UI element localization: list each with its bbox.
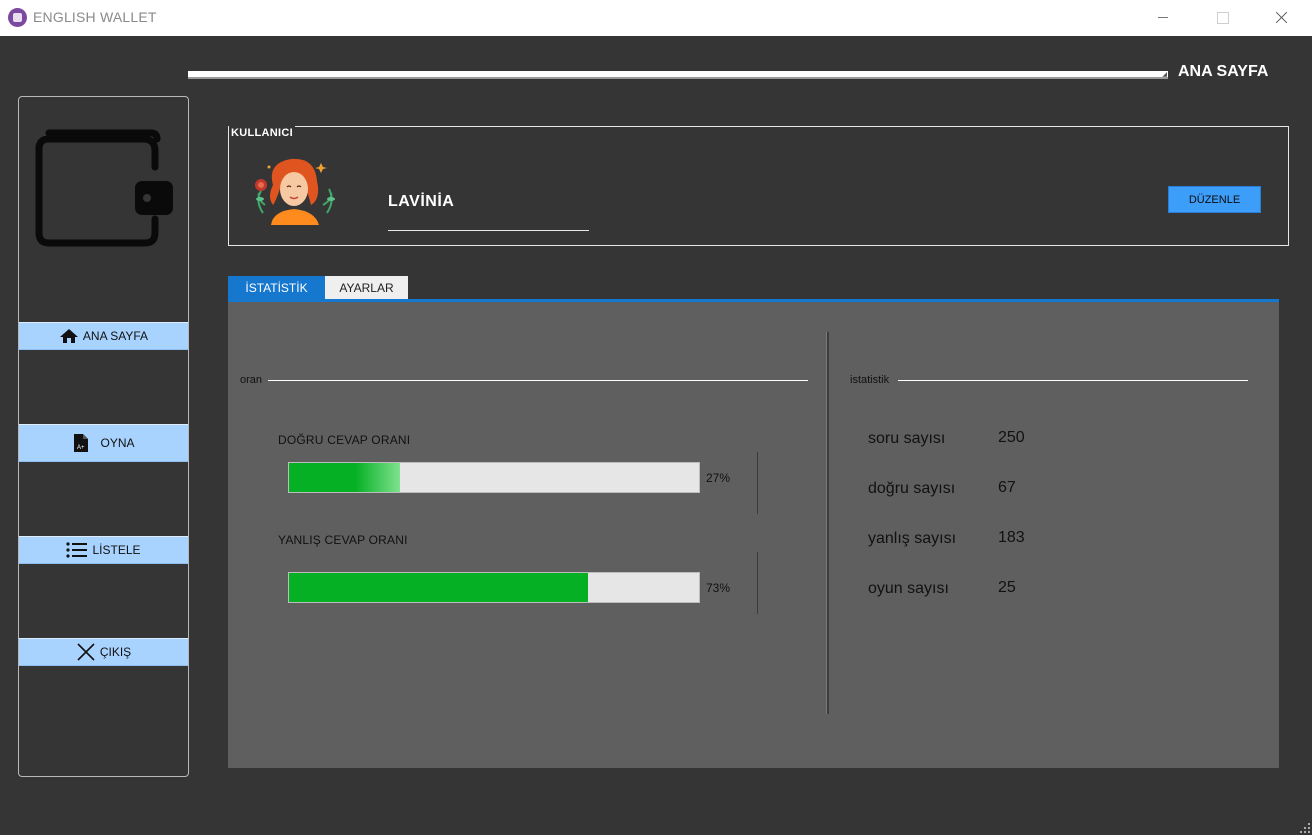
app-window: ENGLISH WALLET ◢ ANA SAYFA ANA SAYFA A+ …	[0, 0, 1312, 835]
sidebar-item-oyna[interactable]: A+ OYNA	[19, 424, 188, 462]
window-title: ENGLISH WALLET	[33, 9, 157, 25]
sidebar-item-listele[interactable]: LİSTELE	[19, 536, 188, 564]
panel-splitter[interactable]	[826, 332, 829, 714]
user-name: LAVİNİA	[388, 193, 455, 210]
tab-ayarlar[interactable]: AYARLAR	[325, 276, 408, 300]
user-group-title: KULLANICI	[229, 126, 295, 140]
stat-label: doğru sayısı	[868, 480, 956, 497]
sidebar-item-label: ANA SAYFA	[82, 329, 149, 343]
sidebar-item-ana-sayfa[interactable]: ANA SAYFA	[19, 322, 188, 350]
wrong-ratio-fill	[289, 573, 589, 602]
stat-value: 250	[998, 429, 1025, 446]
stats-group-line	[898, 380, 1248, 381]
name-underline	[388, 230, 589, 231]
sidebar-item-label: ÇIKIŞ	[99, 645, 132, 659]
stat-value: 67	[998, 479, 1016, 496]
minimize-button[interactable]	[1140, 0, 1186, 36]
correct-ratio-fill	[289, 463, 400, 492]
title-bar: ENGLISH WALLET	[0, 0, 1312, 36]
resize-grip-icon[interactable]	[1300, 823, 1310, 833]
wrong-ratio-label: YANLIŞ CEVAP ORANI	[278, 533, 408, 547]
progress-divider	[757, 452, 758, 514]
svg-text:A+: A+	[77, 445, 85, 451]
tab-istatistik[interactable]: İSTATİSTİK	[228, 276, 325, 300]
header-strip: ◢	[188, 71, 1168, 79]
stat-value: 25	[998, 579, 1016, 596]
stats-group-title: istatistik	[850, 374, 890, 386]
wallet-icon	[35, 129, 173, 247]
edit-button[interactable]: DÜZENLE	[1168, 186, 1261, 213]
tab-bar: İSTATİSTİK AYARLAR	[228, 276, 408, 300]
stat-label: oyun sayısı	[868, 580, 949, 597]
ratio-group-line	[268, 380, 808, 381]
home-icon	[59, 329, 78, 343]
list-icon	[66, 542, 88, 558]
correct-ratio-label: DOĞRU CEVAP ORANI	[278, 433, 411, 447]
wrong-ratio-percent: 73%	[706, 581, 731, 595]
sidebar-item-cikis[interactable]: ÇIKIŞ	[19, 638, 188, 666]
correct-ratio-percent: 27%	[706, 471, 731, 485]
window-close-button[interactable]	[1258, 0, 1304, 36]
stat-value: 183	[998, 529, 1025, 546]
sidebar-item-label: OYNA	[100, 436, 135, 450]
progress-divider	[757, 552, 758, 614]
sidebar-item-label: LİSTELE	[92, 543, 141, 557]
correct-ratio-progress	[288, 462, 700, 493]
wrong-ratio-progress	[288, 572, 700, 603]
stat-label: yanlış sayısı	[868, 530, 957, 547]
page-title: ANA SAYFA	[1178, 63, 1269, 80]
sidebar: ANA SAYFA A+ OYNA LİSTELE ÇIKIŞ	[18, 96, 189, 777]
document-grade-icon: A+	[74, 434, 89, 452]
grip-icon: ◢	[1162, 72, 1167, 78]
close-icon	[77, 643, 95, 661]
woman-avatar-icon	[255, 158, 335, 225]
maximize-button[interactable]	[1199, 0, 1245, 36]
user-group: KULLANICI LAVİNİA DÜZENLE	[228, 126, 1289, 246]
app-icon	[8, 8, 27, 27]
tab-panel-istatistik: oran DOĞRU CEVAP ORANI 27% YANLIŞ CEVAP …	[228, 302, 1279, 768]
stat-label: soru sayısı	[868, 430, 946, 447]
ratio-group-title: oran	[240, 374, 263, 386]
